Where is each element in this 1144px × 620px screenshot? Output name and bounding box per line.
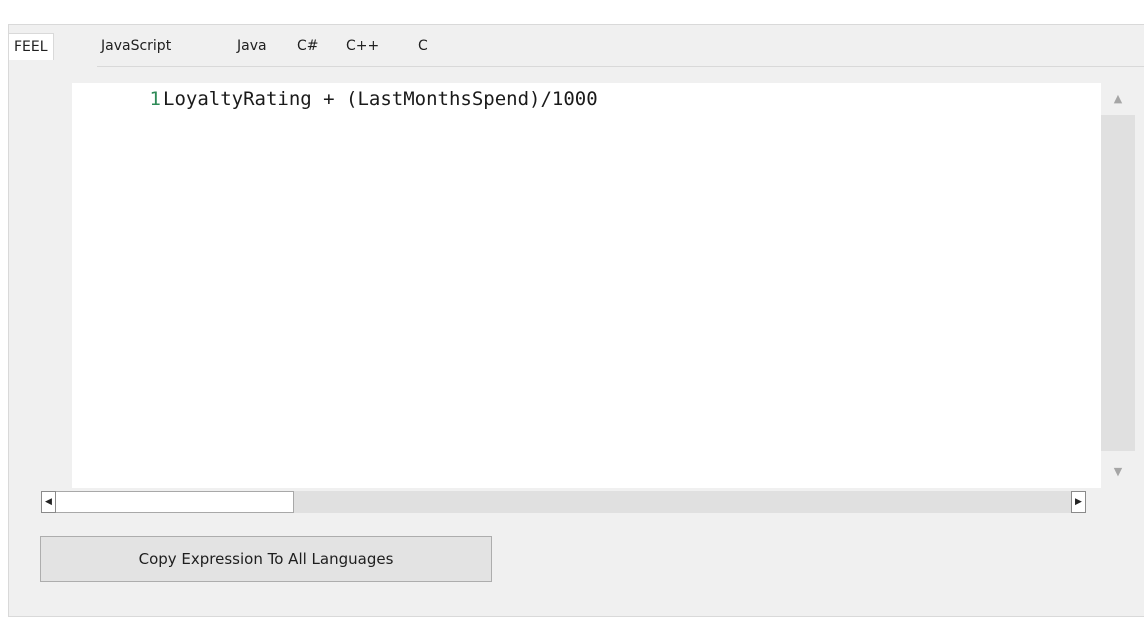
horizontal-scroll-thumb[interactable]	[56, 491, 294, 513]
tab-csharp[interactable]: C#	[291, 33, 325, 59]
line-number: 1	[149, 88, 161, 110]
language-tabs: FEEL JavaScript Java C# C++ C	[8, 33, 1144, 67]
code-line-text[interactable]: LoyaltyRating + (LastMonthsSpend)/1000	[163, 88, 598, 110]
tab-feel[interactable]: FEEL	[8, 33, 54, 60]
code-line: 1 LoyaltyRating + (LastMonthsSpend)/1000	[72, 83, 598, 115]
tab-java[interactable]: Java	[231, 33, 273, 59]
expression-editor-window: FEEL JavaScript Java C# C++ C 1 LoyaltyRa…	[0, 0, 1144, 620]
horizontal-scroll-track[interactable]	[294, 491, 1071, 513]
expression-panel: FEEL JavaScript Java C# C++ C 1 LoyaltyRa…	[8, 24, 1144, 617]
tab-cpp[interactable]: C++	[340, 33, 385, 59]
tab-c[interactable]: C	[412, 33, 434, 59]
code-editor[interactable]: 1 LoyaltyRating + (LastMonthsSpend)/1000	[72, 83, 1110, 488]
scroll-down-arrow-icon[interactable]: ▼	[1101, 456, 1135, 488]
tab-strip-divider	[97, 66, 1144, 67]
scroll-left-arrow-icon[interactable]: ◀	[41, 491, 56, 513]
tab-javascript[interactable]: JavaScript	[95, 33, 177, 59]
vertical-scroll-thumb[interactable]	[1101, 115, 1135, 451]
vertical-scrollbar[interactable]: ▲ ▼	[1101, 83, 1135, 488]
scroll-right-arrow-icon[interactable]: ▶	[1071, 491, 1086, 513]
copy-expression-to-all-languages-button[interactable]: Copy Expression To All Languages	[40, 536, 492, 582]
scroll-up-arrow-icon[interactable]: ▲	[1101, 83, 1135, 115]
horizontal-scrollbar[interactable]: ◀ ▶	[41, 488, 1101, 517]
